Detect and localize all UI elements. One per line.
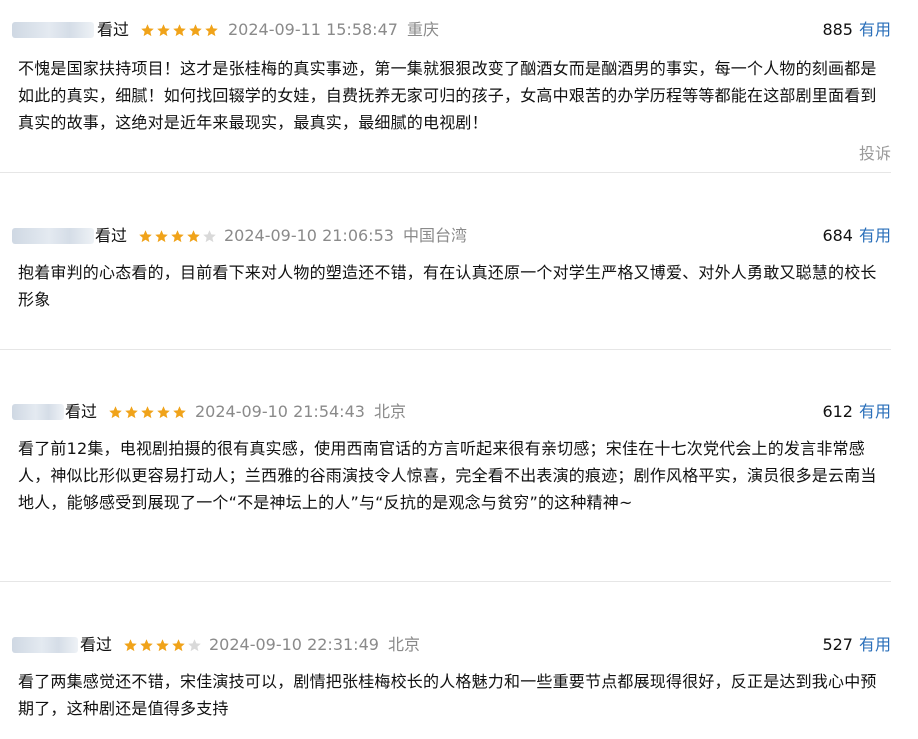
comment-text: 看了两集感觉还不错，宋佳演技可以，剧情把张桂梅校长的人格魅力和一些重要节点都展现…	[18, 672, 877, 718]
star-filled-icon	[123, 638, 138, 653]
comment-date: 2024-09-10 22:31:49	[209, 635, 379, 654]
star-filled-icon	[186, 229, 201, 244]
vote-count: 885	[822, 20, 853, 39]
divider	[0, 349, 891, 350]
watched-status: 看过	[65, 402, 98, 421]
useful-button[interactable]: 有用	[859, 402, 891, 421]
comment-date: 2024-09-10 21:06:53	[224, 226, 394, 245]
comment-date: 2024-09-11 15:58:47	[228, 20, 398, 39]
comment-location: 北京	[388, 635, 421, 654]
star-filled-icon	[138, 229, 153, 244]
comment-location: 中国台湾	[403, 226, 468, 245]
comment-meta: 2024-09-10 21:06:53 中国台湾	[224, 225, 467, 247]
report-link[interactable]: 投诉	[859, 140, 891, 164]
star-filled-icon	[204, 23, 219, 38]
star-filled-icon	[154, 229, 169, 244]
vote-count: 684	[822, 226, 853, 245]
avatar[interactable]	[12, 404, 64, 420]
vote-area: 527 有用	[822, 634, 891, 656]
vote-area: 684 有用	[822, 225, 891, 247]
comment-item: 看过 2024-09-11 15:58:47 重庆 885 有用 不愧是国家扶持项…	[0, 18, 891, 168]
useful-button[interactable]: 有用	[859, 226, 891, 245]
vote-area: 885 有用	[822, 19, 891, 41]
comment-header: 看过 2024-09-10 22:31:49 北京 527 有用	[0, 633, 891, 659]
star-empty-icon	[187, 638, 202, 653]
star-rating	[140, 19, 220, 41]
comment-location: 北京	[374, 402, 407, 421]
star-filled-icon	[108, 405, 123, 420]
comment-text: 抱着审判的心态看的，目前看下来对人物的塑造还不错，有在认真还原一个对学生严格又博…	[18, 263, 877, 309]
useful-button[interactable]: 有用	[859, 635, 891, 654]
star-filled-icon	[124, 405, 139, 420]
comment-meta: 2024-09-10 21:54:43 北京	[195, 401, 406, 423]
divider	[0, 581, 891, 582]
comment-item: 看过 2024-09-10 21:54:43 北京 612 有用 看了前12集，电…	[0, 400, 891, 560]
star-filled-icon	[155, 638, 170, 653]
comment-item: 看过 2024-09-10 21:06:53 中国台湾 684 有用 抱着审判的心…	[0, 224, 891, 324]
comment-text: 不愧是国家扶持项目！这才是张桂梅的真实事迹，第一集就狠狠改变了酗酒女而是酗酒男的…	[18, 59, 877, 132]
star-filled-icon	[139, 638, 154, 653]
star-filled-icon	[171, 638, 186, 653]
watched-status: 看过	[80, 635, 113, 654]
watched-status: 看过	[97, 20, 130, 39]
vote-count: 527	[822, 635, 853, 654]
comment-header: 看过 2024-09-11 15:58:47 重庆 885 有用	[0, 18, 891, 44]
useful-button[interactable]: 有用	[859, 20, 891, 39]
avatar[interactable]	[12, 228, 94, 244]
comment-date: 2024-09-10 21:54:43	[195, 402, 365, 421]
star-filled-icon	[156, 405, 171, 420]
comment-header: 看过 2024-09-10 21:06:53 中国台湾 684 有用	[0, 224, 891, 250]
star-filled-icon	[170, 229, 185, 244]
comment-location: 重庆	[407, 20, 440, 39]
star-rating	[138, 225, 218, 247]
star-filled-icon	[140, 405, 155, 420]
star-filled-icon	[140, 23, 155, 38]
star-rating	[123, 634, 203, 656]
comment-meta: 2024-09-11 15:58:47 重庆	[228, 19, 439, 41]
comment-header: 看过 2024-09-10 21:54:43 北京 612 有用	[0, 400, 891, 426]
divider	[0, 172, 891, 173]
star-filled-icon	[172, 23, 187, 38]
star-rating	[108, 401, 188, 423]
star-filled-icon	[156, 23, 171, 38]
star-filled-icon	[172, 405, 187, 420]
avatar[interactable]	[12, 22, 94, 38]
comment-meta: 2024-09-10 22:31:49 北京	[209, 634, 420, 656]
vote-count: 612	[822, 402, 853, 421]
watched-status: 看过	[95, 226, 128, 245]
star-filled-icon	[188, 23, 203, 38]
vote-area: 612 有用	[822, 401, 891, 423]
comment-item: 看过 2024-09-10 22:31:49 北京 527 有用 看了两集感觉还不…	[0, 633, 891, 733]
comment-text: 看了前12集，电视剧拍摄的很有真实感，使用西南官话的方言听起来很有亲切感；宋佳在…	[18, 439, 877, 512]
avatar[interactable]	[12, 637, 78, 653]
star-empty-icon	[202, 229, 217, 244]
